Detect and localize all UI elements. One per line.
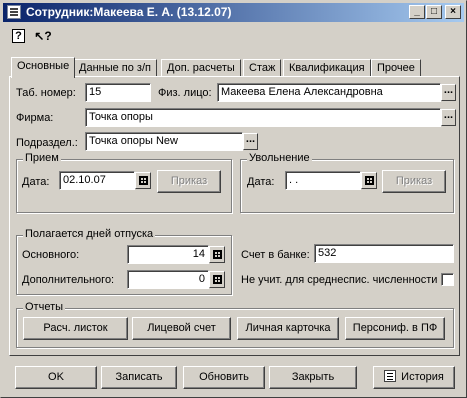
history-icon	[384, 370, 397, 382]
minimize-button[interactable]: _	[409, 5, 425, 19]
ok-button[interactable]: OK	[15, 366, 97, 389]
tab-salary-data[interactable]: Данные по з/п	[73, 59, 157, 77]
payslip-button[interactable]: Расч. листок	[23, 317, 128, 340]
vacation-main-field[interactable]: 14	[127, 245, 209, 264]
close-button[interactable]: Закрыть	[269, 366, 357, 389]
bank-account-field[interactable]: 532	[314, 244, 454, 263]
tab-number-label: Таб. номер:	[16, 87, 76, 99]
person-label: Физ. лицо:	[158, 87, 212, 99]
tab-basic[interactable]: Основные	[11, 57, 76, 78]
division-label: Подраздел.:	[16, 137, 78, 149]
close-window-button[interactable]: ×	[445, 5, 461, 19]
history-button-label: История	[401, 371, 444, 383]
tab-qualification[interactable]: Квалификация	[283, 59, 371, 77]
employee-window: Сотрудник:Макеева Е. А. (13.12.07) _ □ ×…	[0, 0, 467, 398]
hire-calendar-button[interactable]	[135, 172, 151, 189]
vacation-extra-label: Дополнительного:	[22, 274, 115, 286]
reports-group-title: Отчеты	[23, 301, 66, 313]
tab-seniority[interactable]: Стаж	[243, 59, 282, 77]
hire-date-field[interactable]: 02.10.07	[59, 171, 135, 190]
vacation-extra-field[interactable]: 0	[127, 270, 209, 289]
dismissal-date-field[interactable]: . .	[285, 171, 361, 190]
tab-other[interactable]: Прочее	[371, 59, 421, 77]
save-button[interactable]: Записать	[101, 366, 177, 389]
dismissal-group-title: Увольнение	[247, 152, 312, 164]
headcount-checkbox[interactable]	[441, 273, 454, 286]
vacation-main-calc-button[interactable]	[209, 246, 225, 263]
whats-this-icon[interactable]: ↖?	[34, 29, 52, 45]
hire-date-label: Дата:	[22, 176, 50, 188]
window-title: Сотрудник:Макеева Е. А. (13.12.07)	[26, 5, 232, 19]
calculator-icon	[213, 250, 222, 259]
calculator-icon	[213, 275, 222, 284]
pension-report-button[interactable]: Персониф. в ПФ	[345, 317, 445, 340]
calendar-icon	[139, 176, 148, 185]
dismissal-order-button[interactable]: Приказ	[382, 170, 446, 193]
headcount-label: Не учит. для среднеспис. численности	[241, 274, 438, 286]
division-select-button[interactable]: ...	[243, 133, 258, 150]
division-field[interactable]: Точка опоры New	[85, 132, 243, 151]
refresh-button[interactable]: Обновить	[183, 366, 265, 389]
help-icon[interactable]: ?	[12, 29, 25, 43]
vacation-group-title: Полагается дней отпуска	[23, 228, 156, 240]
person-select-button[interactable]: ...	[441, 84, 456, 101]
vacation-extra-calc-button[interactable]	[209, 271, 225, 288]
hire-group-title: Прием	[23, 152, 61, 164]
history-button[interactable]: История	[373, 366, 455, 389]
vacation-main-label: Основного:	[22, 249, 80, 261]
tab-extra-calc[interactable]: Доп. расчеты	[161, 59, 241, 77]
document-icon	[7, 5, 21, 19]
title-bar[interactable]: Сотрудник:Макеева Е. А. (13.12.07) _ □ ×	[3, 3, 464, 22]
personal-account-button[interactable]: Лицевой счет	[132, 317, 231, 340]
dismissal-date-label: Дата:	[247, 176, 275, 188]
tab-number-field[interactable]: 15	[85, 83, 151, 102]
calendar-icon	[365, 176, 374, 185]
person-field[interactable]: Макеева Елена Александровна	[217, 83, 441, 102]
hire-order-button[interactable]: Приказ	[157, 170, 221, 193]
dismissal-calendar-button[interactable]	[361, 172, 377, 189]
bank-account-label: Счет в банке:	[241, 249, 310, 261]
maximize-button[interactable]: □	[426, 5, 442, 19]
personal-card-button[interactable]: Личная карточка	[237, 317, 339, 340]
firm-label: Фирма:	[16, 112, 54, 124]
firm-field[interactable]: Точка опоры	[85, 108, 441, 127]
firm-select-button[interactable]: ...	[441, 109, 456, 126]
